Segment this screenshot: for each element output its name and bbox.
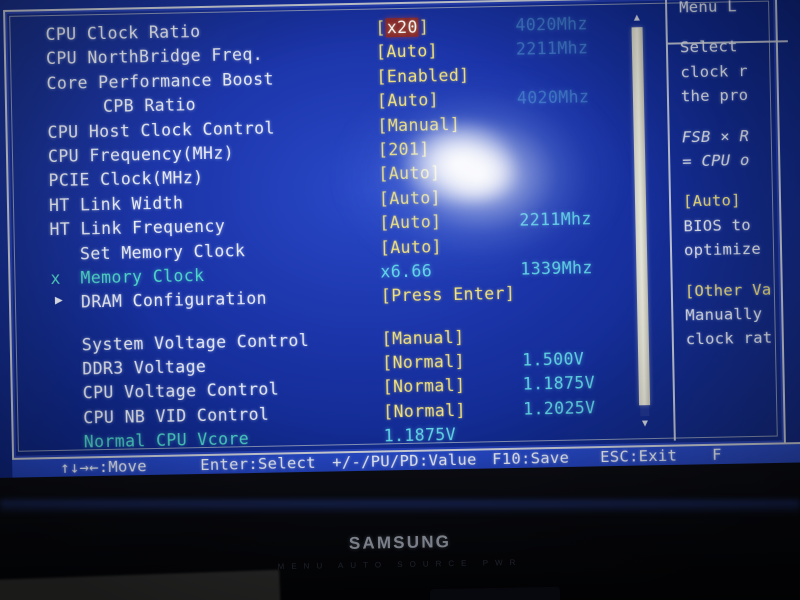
help-title: Menu L — [678, 0, 738, 17]
footer-key-hint[interactable]: F10:Save — [492, 449, 569, 469]
setting-value[interactable]: [Normal] — [383, 376, 466, 397]
setting-value[interactable]: 1.1875V — [384, 425, 457, 445]
setting-readout: 4020Mhz — [516, 87, 590, 108]
help-formula-line: FSB × R — [681, 126, 750, 146]
help-line: Select — [679, 37, 738, 57]
setting-value[interactable]: [Auto] — [376, 42, 438, 62]
setting-label: CPB Ratio — [102, 95, 197, 117]
footer-key: F10 — [491, 449, 522, 469]
setting-value[interactable]: [Auto] — [377, 90, 439, 110]
footer-key-hint[interactable]: F — [712, 446, 722, 464]
help-other-tag: [Other Va — [684, 280, 772, 300]
setting-value[interactable]: [Auto] — [380, 237, 442, 257]
footer-key: Enter — [200, 455, 249, 475]
help-panel: Menu L Select clock r the pro FSB × R = … — [679, 0, 800, 355]
setting-label: CPU Voltage Control — [82, 379, 280, 403]
footer-key: +/-/PU/PD — [332, 451, 420, 472]
footer-action: :Value — [418, 450, 477, 470]
monitor-photo: CPU Clock Ratio [x20] 4020Mhz CPU NorthBrid… — [0, 0, 800, 600]
setting-label: HT Link Frequency — [49, 216, 226, 240]
setting-value[interactable]: [Enabled] — [376, 65, 469, 86]
setting-label: DRAM Configuration — [80, 289, 268, 312]
submenu-arrow-icon: ▶ — [54, 293, 64, 309]
setting-label: CPU Clock Ratio — [45, 22, 201, 45]
footer-key: F — [711, 445, 722, 464]
setting-readout: 4020Mhz — [515, 14, 588, 35]
setting-label: PCIE Clock(MHz) — [48, 168, 204, 191]
setting-value[interactable]: [Auto] — [378, 164, 440, 184]
footer-key-hint[interactable]: ↑↓→←:Move — [60, 457, 147, 477]
bios-screen: CPU Clock Ratio [x20] 4020Mhz CPU NorthBrid… — [0, 0, 800, 525]
setting-value[interactable]: x6.66 — [380, 261, 432, 281]
screen-bottom-glow — [0, 500, 800, 514]
setting-readout: 1.500V — [522, 349, 585, 370]
setting-value[interactable]: [Normal] — [383, 401, 466, 422]
setting-label: System Voltage Control — [81, 330, 310, 355]
footer-action: :Select — [248, 453, 317, 474]
setting-readout: 1.2025V — [522, 398, 596, 419]
setting-label: CPU Frequency(MHz) — [47, 143, 235, 167]
setting-value[interactable]: [Auto] — [379, 188, 441, 208]
setting-label: CPU NorthBridge Freq. — [45, 45, 264, 69]
setting-label: Normal CPU Vcore — [83, 429, 250, 452]
setting-readout: 1339Mhz — [520, 258, 593, 279]
footer-action: :Save — [520, 448, 570, 468]
footer-key-hint[interactable]: Enter:Select — [200, 454, 316, 474]
footer-key: ↑↓→← — [60, 458, 99, 477]
setting-value[interactable]: [x20] — [375, 17, 429, 37]
setting-label: Memory Clock — [80, 265, 205, 288]
help-auto-line: BIOS to — [683, 215, 752, 236]
scroll-down-arrow-icon[interactable]: ▼ — [637, 417, 652, 431]
setting-value[interactable]: [Manual] — [382, 327, 465, 348]
setting-label: Set Memory Clock — [79, 240, 246, 263]
setting-readout: 1.1875V — [522, 373, 596, 395]
footer-action: :Exit — [628, 446, 678, 466]
help-auto-line: optimize — [683, 239, 762, 260]
setting-label: CPU NB VID Control — [83, 404, 270, 428]
footer-key-hint[interactable]: ESC:Exit — [600, 447, 677, 467]
disabled-marker-icon: x — [50, 268, 61, 288]
setting-label: Core Performance Boost — [46, 69, 275, 93]
help-other-line: Manually — [685, 304, 763, 325]
setting-label: CPU Host Clock Control — [47, 118, 276, 142]
setting-readout: 2211Mhz — [519, 209, 592, 230]
setting-label: HT Link Width — [48, 193, 184, 215]
setting-label: DDR3 Voltage — [82, 357, 207, 379]
setting-value[interactable]: [Manual] — [377, 114, 460, 135]
setting-value[interactable]: [201] — [378, 139, 430, 159]
setting-readout: 2211Mhz — [515, 38, 589, 60]
help-other-line: clock rat — [685, 328, 773, 349]
setting-value[interactable]: [Press Enter] — [381, 284, 516, 306]
footer-key: ESC — [599, 447, 630, 467]
scroll-up-arrow-icon[interactable]: ▲ — [629, 11, 644, 25]
help-auto-tag: [Auto] — [682, 191, 742, 211]
monitor-stand — [429, 586, 561, 600]
setting-value[interactable]: [Normal] — [382, 352, 465, 373]
selected-value-highlight[interactable]: x20 — [385, 17, 420, 38]
footer-action: :Move — [98, 457, 148, 477]
help-line: the pro — [680, 86, 749, 106]
help-line: clock r — [680, 61, 749, 82]
setting-value[interactable]: [Auto] — [379, 212, 441, 232]
help-formula-line: = CPU o — [682, 150, 750, 171]
settings-list: CPU Clock Ratio [x20] 4020Mhz CPU NorthBrid… — [45, 13, 654, 482]
